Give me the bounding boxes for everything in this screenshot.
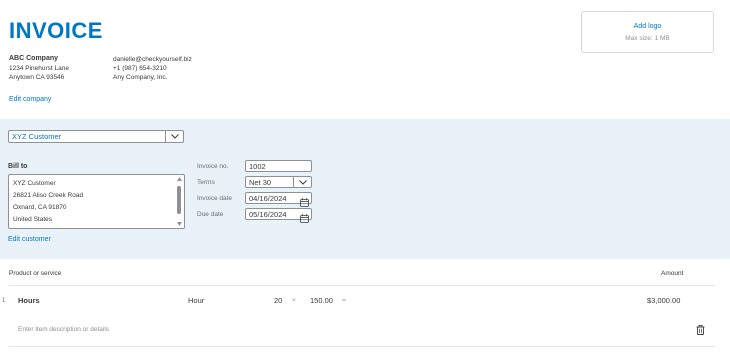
bill-to-line: 26821 Aliso Creek Road	[13, 192, 84, 199]
bill-to-address[interactable]: XYZ Customer 26821 Aliso Creek Road Oxna…	[8, 174, 185, 229]
invoice-no-field[interactable]: 1002	[245, 160, 312, 172]
company-phone: +1 (987) 654-3210	[113, 65, 167, 72]
invoice-date-label: Invoice date	[197, 195, 233, 202]
bill-to-line: XYZ Customer	[13, 180, 56, 187]
bill-to-label: Bill to	[8, 163, 28, 170]
trash-icon[interactable]	[696, 322, 705, 340]
bill-to-scrollbar[interactable]	[177, 177, 182, 226]
customer-select[interactable]: XYZ Customer	[8, 130, 184, 143]
equals-sign: =	[342, 297, 346, 304]
line-item-qty[interactable]: 20	[274, 296, 282, 305]
invoice-date-field[interactable]: 04/16/2024	[245, 192, 312, 207]
due-date-label: Due date	[197, 211, 224, 218]
line-item-unit[interactable]: Hour	[188, 296, 204, 305]
add-logo-label[interactable]: Add logo	[582, 23, 713, 30]
edit-customer-link[interactable]: Edit customer	[8, 236, 51, 243]
line-item-description[interactable]: Enter item description or details	[18, 326, 109, 333]
company-email: danielle@checkyourself.biz	[113, 56, 192, 63]
edit-company-link[interactable]: Edit company	[9, 96, 51, 103]
scrollbar-thumb[interactable]	[177, 186, 181, 214]
line-item-name[interactable]: Hours	[18, 296, 40, 305]
times-sign: ×	[292, 297, 296, 304]
invoice-no-label: Invoice no.	[197, 163, 229, 170]
add-logo-box[interactable]: Add logo Max size: 1 MB	[581, 11, 714, 53]
company-legal-name: Any Company, Inc.	[113, 74, 168, 81]
invoice-no-value: 1002	[249, 162, 266, 171]
invoice-title: INVOICE	[9, 18, 103, 43]
terms-select[interactable]: Net 30	[245, 176, 312, 188]
bill-to-line: Oxnard, CA 91870	[13, 204, 67, 211]
product-column-header: Product or service	[9, 270, 62, 277]
amount-column-header: Amount	[661, 270, 684, 277]
line-item-index: 1	[2, 298, 6, 304]
bill-to-line: United States	[13, 216, 53, 223]
chevron-down-icon[interactable]	[165, 131, 183, 142]
company-address-line2: Anytown CA 93546	[9, 74, 65, 81]
company-name: ABC Company	[9, 55, 59, 62]
header-divider	[9, 285, 714, 286]
due-date-field[interactable]: 05/16/2024	[245, 208, 312, 223]
terms-label: Terms	[197, 179, 215, 186]
line-item-amount: $3,000.00	[647, 296, 681, 305]
line-item-rate[interactable]: 150.00	[310, 296, 333, 305]
company-address-line1: 1234 Pinehurst Lane	[9, 65, 69, 72]
company-address: 1234 Pinehurst Lane Anytown CA 93546	[9, 64, 69, 82]
due-date-value: 05/16/2024	[249, 210, 287, 219]
row-divider	[9, 346, 714, 347]
logo-size-hint: Max size: 1 MB	[625, 35, 670, 42]
terms-value: Net 30	[249, 178, 272, 187]
calendar-icon[interactable]	[300, 210, 309, 228]
invoice-date-value: 04/16/2024	[249, 194, 287, 203]
company-contact: danielle@checkyourself.biz +1 (987) 654-…	[113, 55, 192, 82]
chevron-down-icon[interactable]	[293, 177, 311, 187]
customer-select-value: XYZ Customer	[12, 132, 62, 141]
